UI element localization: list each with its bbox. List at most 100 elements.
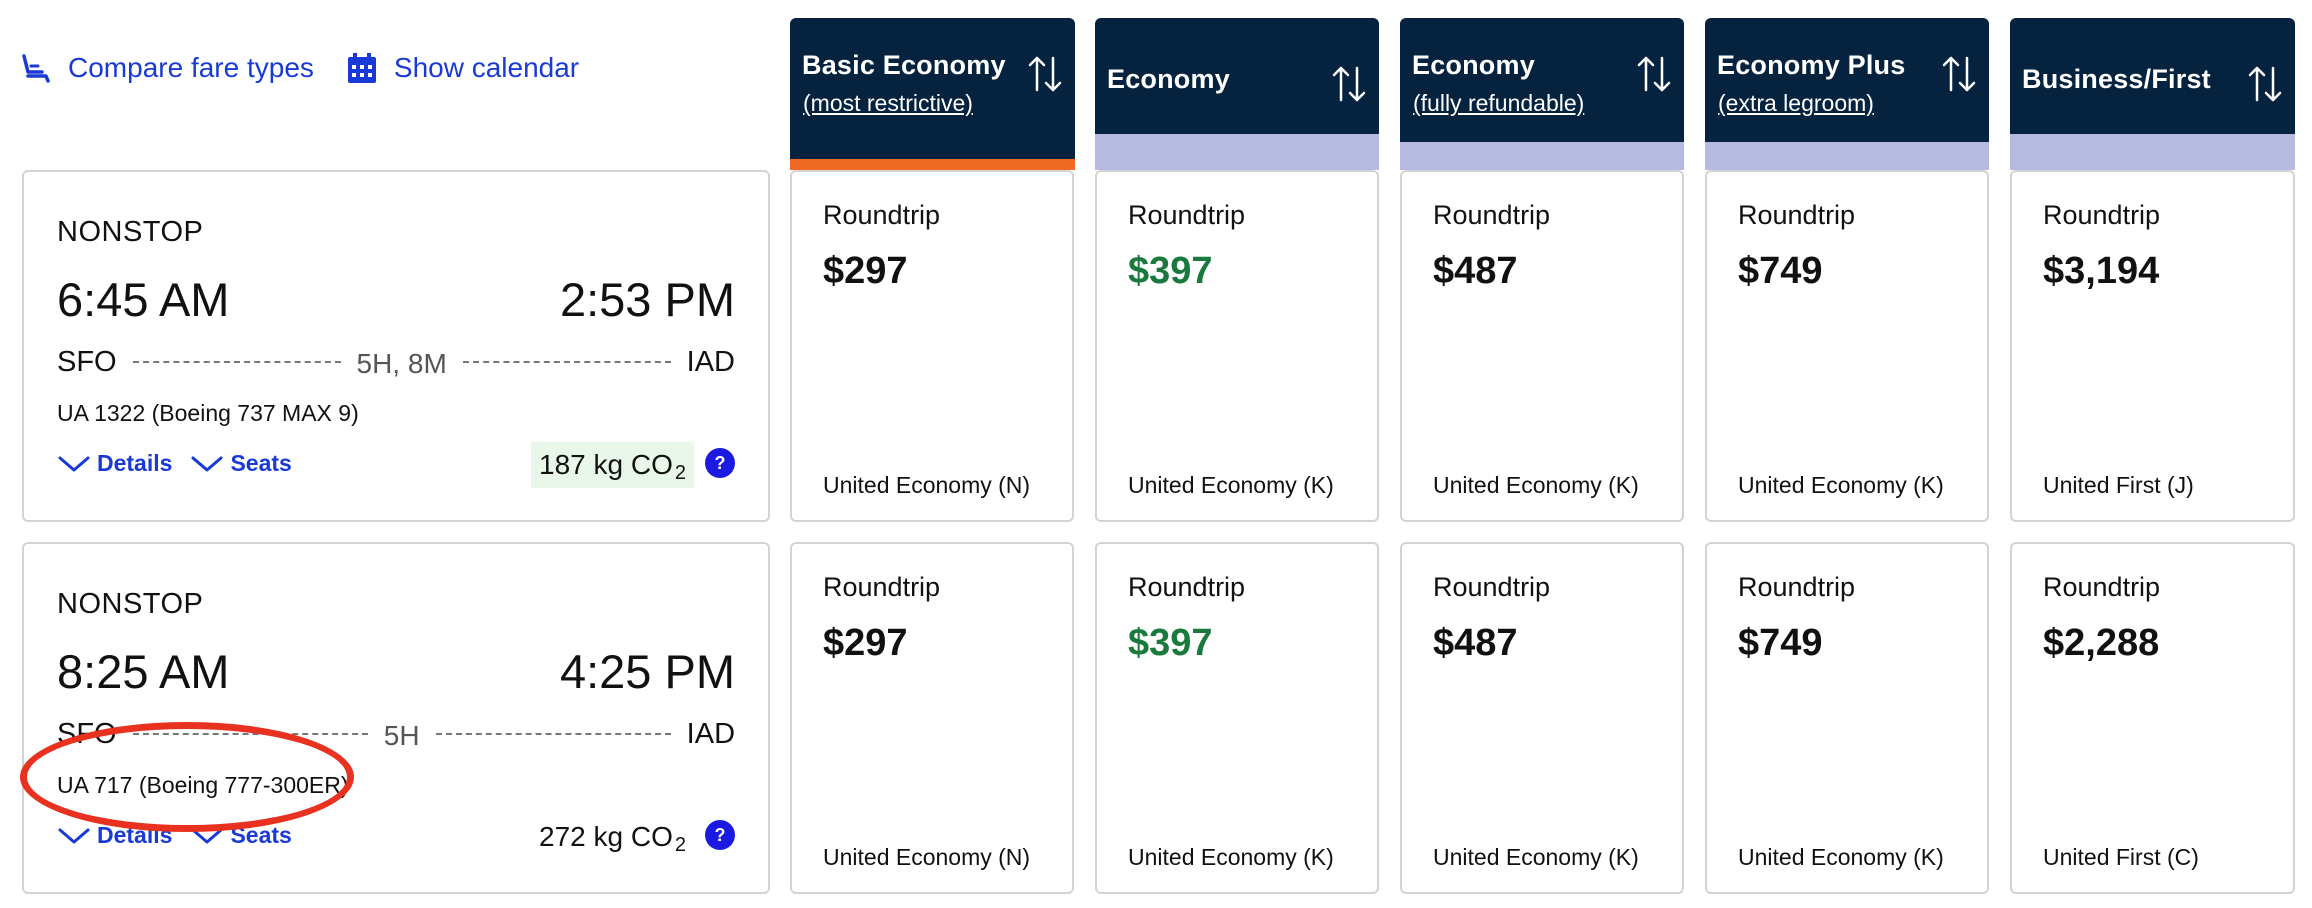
co2-subscript: 2 [674,461,686,484]
flight-card: NONSTOP 6:45 AM 2:53 PM SFO 5H, 8M IAD U… [22,170,770,522]
fare-header-band [2010,134,2295,170]
trip-type: Roundtrip [1128,200,1246,230]
destination-code: IAD [686,345,735,378]
fare-header-title: Economy [1107,64,1230,94]
route: SFO 5H, 8M IAD [57,342,735,382]
route-line [132,361,341,363]
fare-header-subtitle-link[interactable]: (fully refundable) [1413,90,1584,117]
toolbar: Compare fare types Show calendar [18,46,579,90]
cabin-class: United Economy (K) [1128,844,1334,870]
fare-cell[interactable]: Roundtrip $487 United Economy (K) [1400,542,1684,894]
info-icon[interactable]: ? [705,448,735,478]
co2-value: 187 kg CO [539,449,673,480]
fare-header-band [1400,142,1684,170]
fare-cell[interactable]: Roundtrip $487 United Economy (K) [1400,170,1684,522]
compare-fare-types-button[interactable]: Compare fare types [18,50,314,86]
co2-value: 272 kg CO [539,821,673,852]
selected-fare-indicator [790,159,1075,170]
sort-icon[interactable] [1941,52,1977,96]
seat-icon [22,54,50,83]
trip-type: Roundtrip [2043,200,2161,230]
sort-icon[interactable] [1331,62,1367,106]
seats-link[interactable]: Seats [190,822,292,849]
trip-type: Roundtrip [1433,572,1551,602]
sort-icon[interactable] [2247,62,2283,106]
fare-header-title: Economy Plus [1717,50,1906,80]
fare-header-economy[interactable]: Economy [1095,18,1379,170]
trip-type: Roundtrip [2043,572,2161,602]
fare-cell[interactable]: Roundtrip $749 United Economy (K) [1705,170,1989,522]
details-label: Details [97,450,173,476]
route-line [435,733,671,735]
cabin-class: United First (J) [2043,472,2194,498]
destination-code: IAD [686,717,736,750]
arrival-time: 2:53 PM [559,273,735,326]
chevron-down-icon [191,456,223,471]
route: SFO 5H IAD [57,714,735,754]
compare-fare-types-label: Compare fare types [68,52,314,83]
sort-icon[interactable] [1636,52,1672,96]
flight-links: Details Seats [57,822,310,849]
fare-price: $297 [823,250,908,292]
fare-price: $397 [1128,622,1213,664]
seats-label: Seats [230,450,292,476]
fare-header-business-first[interactable]: Business/First [2010,18,2295,170]
fare-header-title: Basic Economy [802,50,1006,80]
flight-card: NONSTOP 8:25 AM 4:25 PM SFO 5H IAD UA 71… [22,542,770,894]
fare-header-band [1705,142,1989,170]
flight-links: Details Seats [57,450,310,477]
fare-header-subtitle-link[interactable]: (extra legroom) [1718,90,1874,117]
trip-type: Roundtrip [823,200,941,230]
fare-cell[interactable]: Roundtrip $2,288 United First (C) [2010,542,2295,894]
fare-cell[interactable]: Roundtrip $297 United Economy (N) [790,542,1074,894]
trip-type: Roundtrip [1738,200,1856,230]
show-calendar-button[interactable]: Show calendar [344,50,579,86]
co2-emissions: 187 kg CO 2 [531,442,694,488]
flight-duration: 5H [383,720,420,751]
info-icon[interactable]: ? [705,820,735,850]
cabin-class: United Economy (K) [1738,844,1944,870]
chevron-down-icon [58,828,90,843]
details-link[interactable]: Details [57,450,172,477]
sort-icon[interactable] [1027,52,1063,96]
seats-label: Seats [230,822,292,848]
fare-header-band [1095,134,1379,170]
cabin-class: United Economy (K) [1433,844,1639,870]
cabin-class: United Economy (K) [1738,472,1944,498]
aircraft-info: UA 1322 (Boeing 737 MAX 9) [57,400,359,426]
cabin-class: United Economy (N) [823,472,1031,498]
fare-cell[interactable]: Roundtrip $397 United Economy (K) [1095,542,1379,894]
cabin-class: United Economy (K) [1433,472,1639,498]
fare-price: $397 [1128,250,1213,292]
fare-header-title: Business/First [2022,64,2211,94]
chevron-down-icon [58,456,90,471]
cabin-class: United First (C) [2043,844,2199,870]
arrival-time: 4:25 PM [559,645,735,698]
cabin-class: United Economy (N) [823,844,1031,870]
departure-time: 6:45 AM [57,273,230,326]
trip-type: Roundtrip [1738,572,1856,602]
stops-label: NONSTOP [57,216,204,248]
details-link[interactable]: Details [57,822,172,849]
fare-cell[interactable]: Roundtrip $397 United Economy (K) [1095,170,1379,522]
route-line [462,361,671,363]
fare-price: $487 [1433,250,1518,292]
seats-link[interactable]: Seats [190,450,292,477]
fare-header-basic-economy[interactable]: Basic Economy (most restrictive) [790,18,1075,170]
fare-header-subtitle-link[interactable]: (most restrictive) [803,90,973,117]
calendar-icon [347,53,376,83]
fare-price: $487 [1433,622,1518,664]
show-calendar-label: Show calendar [393,52,580,83]
fare-header-economy-plus[interactable]: Economy Plus (extra legroom) [1705,18,1989,170]
details-label: Details [97,822,173,848]
fare-cell[interactable]: Roundtrip $749 United Economy (K) [1705,542,1989,894]
departure-time: 8:25 AM [57,645,230,698]
co2-emissions: 272 kg CO 2 [531,814,694,860]
fare-cell[interactable]: Roundtrip $3,194 United First (J) [2010,170,2295,522]
origin-code: SFO [57,717,117,750]
fare-cell[interactable]: Roundtrip $297 United Economy (N) [790,170,1074,522]
fare-price: $3,194 [2043,250,2160,292]
flight-duration: 5H, 8M [356,348,447,379]
fare-header-economy-refundable[interactable]: Economy (fully refundable) [1400,18,1684,170]
fare-header-title: Economy [1412,50,1535,80]
